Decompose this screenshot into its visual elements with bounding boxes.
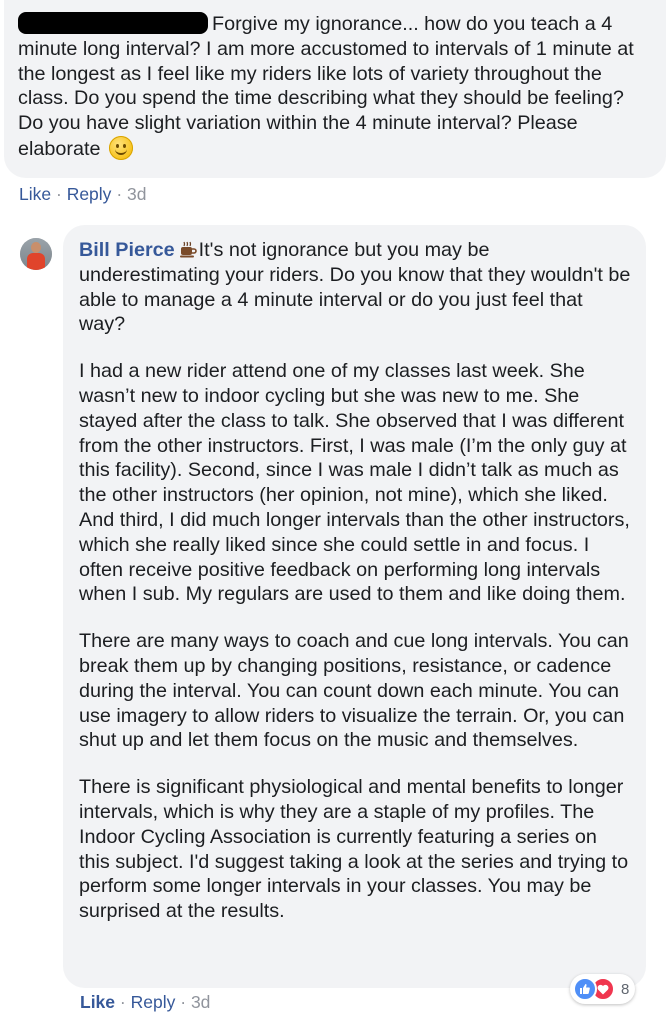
timestamp[interactable]: 3d xyxy=(127,184,146,204)
comment-1-actions: Like · Reply · 3d xyxy=(19,184,146,205)
comment-2-actions: Like · Reply · 3d xyxy=(80,992,210,1013)
like-link[interactable]: Like xyxy=(19,184,51,204)
comment-bubble-2: Bill Pierce It's not ignorance but you m… xyxy=(63,225,646,988)
reaction-count: 8 xyxy=(621,980,630,998)
separator: · xyxy=(55,184,62,204)
avatar[interactable] xyxy=(20,238,52,270)
reply-link[interactable]: Reply xyxy=(67,184,112,204)
like-reaction-icon xyxy=(573,977,597,1001)
separator: · xyxy=(119,992,126,1012)
reply-link[interactable]: Reply xyxy=(131,992,176,1012)
comment-2-paragraph: Bill Pierce It's not ignorance but you m… xyxy=(79,238,632,337)
comment-2-paragraph-4: There is significant physiological and m… xyxy=(79,776,629,923)
coffee-cup-icon xyxy=(179,241,197,258)
author-name[interactable]: Bill Pierce xyxy=(79,239,175,261)
comment-bubble-1: Forgive my ignorance... how do you teach… xyxy=(4,0,666,178)
smiley-icon xyxy=(109,135,133,160)
redacted-author-name xyxy=(18,12,208,34)
reactions-summary[interactable]: 8 xyxy=(570,974,636,1004)
comment-2-paragraph-2: I had a new rider attend one of my class… xyxy=(79,360,630,606)
separator: · xyxy=(116,184,123,204)
timestamp[interactable]: 3d xyxy=(191,992,210,1012)
like-link[interactable]: Like xyxy=(80,992,115,1012)
comment-1-text: Forgive my ignorance... how do you teach… xyxy=(18,13,634,160)
comment-2-paragraph-3: There are many ways to coach and cue lon… xyxy=(79,630,629,752)
separator: · xyxy=(180,992,187,1012)
